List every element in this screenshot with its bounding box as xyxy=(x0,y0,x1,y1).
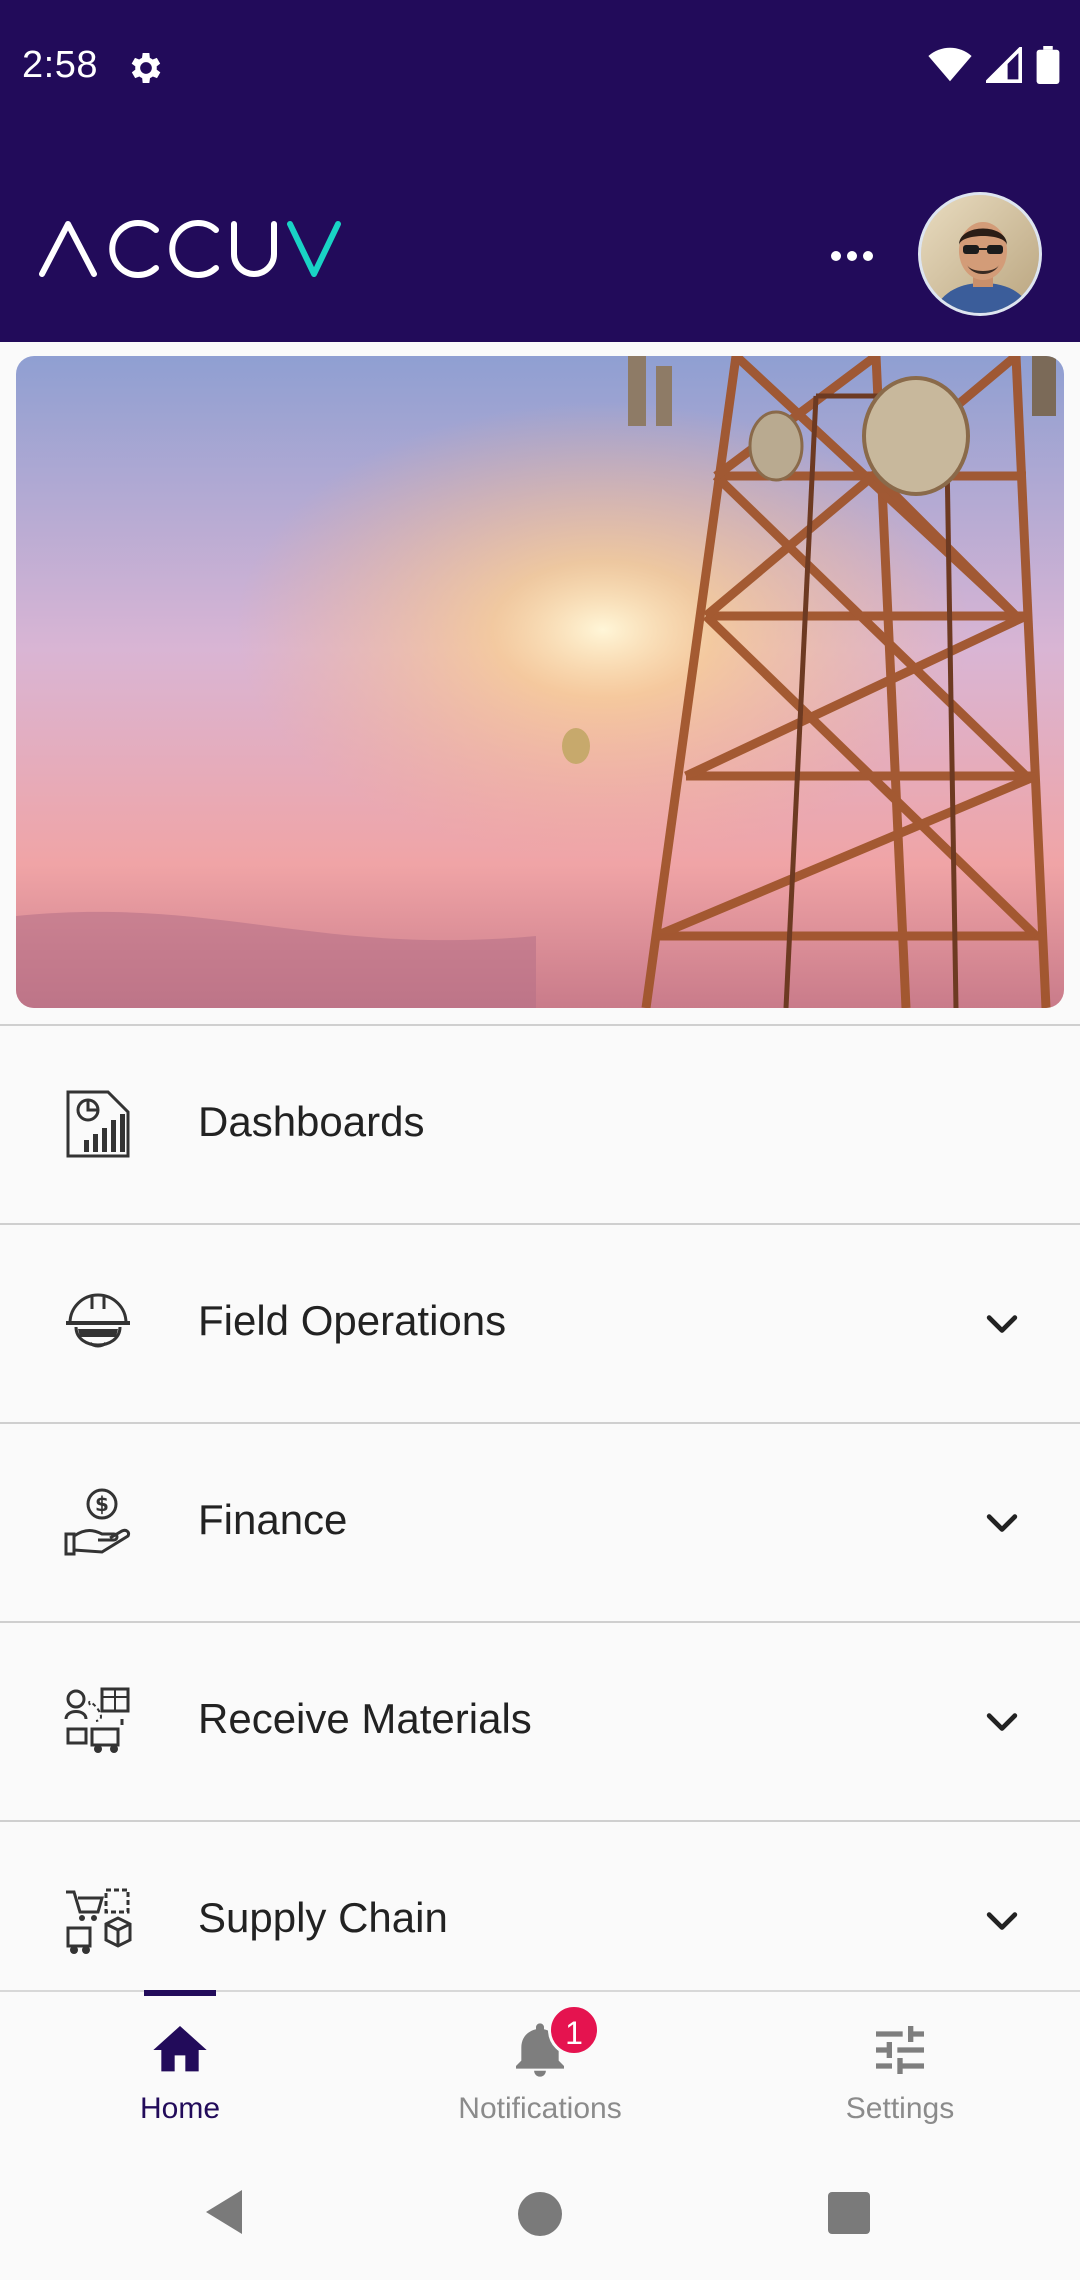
nav-tab-settings[interactable]: Settings xyxy=(720,1992,1080,2158)
menu-item-field-operations[interactable]: Field Operations xyxy=(0,1223,1080,1422)
chevron-down-icon[interactable] xyxy=(980,1900,1024,1944)
dashboard-report-icon xyxy=(66,1090,130,1158)
hand-money-icon: $ xyxy=(64,1488,130,1556)
menu-label-field-operations: Field Operations xyxy=(198,1297,507,1344)
nav-tab-home[interactable]: Home xyxy=(0,1990,360,2158)
bottom-navigation: Home 1 Notifications Settings xyxy=(0,1990,1080,2156)
hard-hat-worker-icon xyxy=(66,1293,130,1348)
sliders-icon xyxy=(876,2026,924,2074)
wifi-icon xyxy=(928,47,972,82)
nav-label-settings: Settings xyxy=(845,2092,955,2125)
home-icon xyxy=(153,2026,207,2072)
system-navigation-bar xyxy=(0,2156,1080,2280)
chevron-down-icon[interactable] xyxy=(980,1502,1024,1546)
battery-icon xyxy=(1036,46,1060,84)
main-menu: Dashboards Field Operations $ Finance Re… xyxy=(0,1024,1080,2019)
menu-item-dashboards[interactable]: Dashboards xyxy=(0,1024,1080,1223)
menu-item-finance[interactable]: $ Finance xyxy=(0,1422,1080,1621)
app-bar xyxy=(0,136,1080,342)
menu-label-supply-chain: Supply Chain xyxy=(198,1894,448,1941)
signal-icon xyxy=(986,47,1022,83)
nav-label-notifications: Notifications xyxy=(458,2092,622,2125)
home-circle-icon[interactable] xyxy=(518,2192,562,2236)
menu-label-finance: Finance xyxy=(198,1496,348,1543)
avatar[interactable] xyxy=(918,192,1042,316)
status-time: 2:58 xyxy=(22,44,98,86)
active-tab-indicator xyxy=(144,1990,216,1996)
chevron-down-icon[interactable] xyxy=(980,1701,1024,1745)
menu-label-dashboards: Dashboards xyxy=(198,1098,425,1145)
supply-chain-icon xyxy=(66,1888,132,1954)
receive-materials-icon xyxy=(64,1687,130,1753)
menu-item-receive-materials[interactable]: Receive Materials xyxy=(0,1621,1080,1820)
gear-icon xyxy=(131,53,161,83)
chevron-down-icon[interactable] xyxy=(980,1303,1024,1347)
back-icon[interactable] xyxy=(204,2188,244,2236)
telecom-tower-image xyxy=(16,356,1064,1008)
svg-text:$: $ xyxy=(95,1492,109,1516)
notification-badge: 1 xyxy=(548,2004,600,2056)
menu-label-receive-materials: Receive Materials xyxy=(198,1695,532,1742)
recent-apps-icon[interactable] xyxy=(828,2192,870,2234)
status-bar: 2:58 xyxy=(0,0,1080,136)
accuv-logo xyxy=(39,220,341,278)
nav-label-home: Home xyxy=(139,2092,221,2125)
more-options-button[interactable] xyxy=(818,226,886,286)
nav-tab-notifications[interactable]: 1 Notifications xyxy=(360,1992,720,2158)
hero-banner xyxy=(16,356,1064,1008)
more-horizontal-icon xyxy=(831,251,873,261)
